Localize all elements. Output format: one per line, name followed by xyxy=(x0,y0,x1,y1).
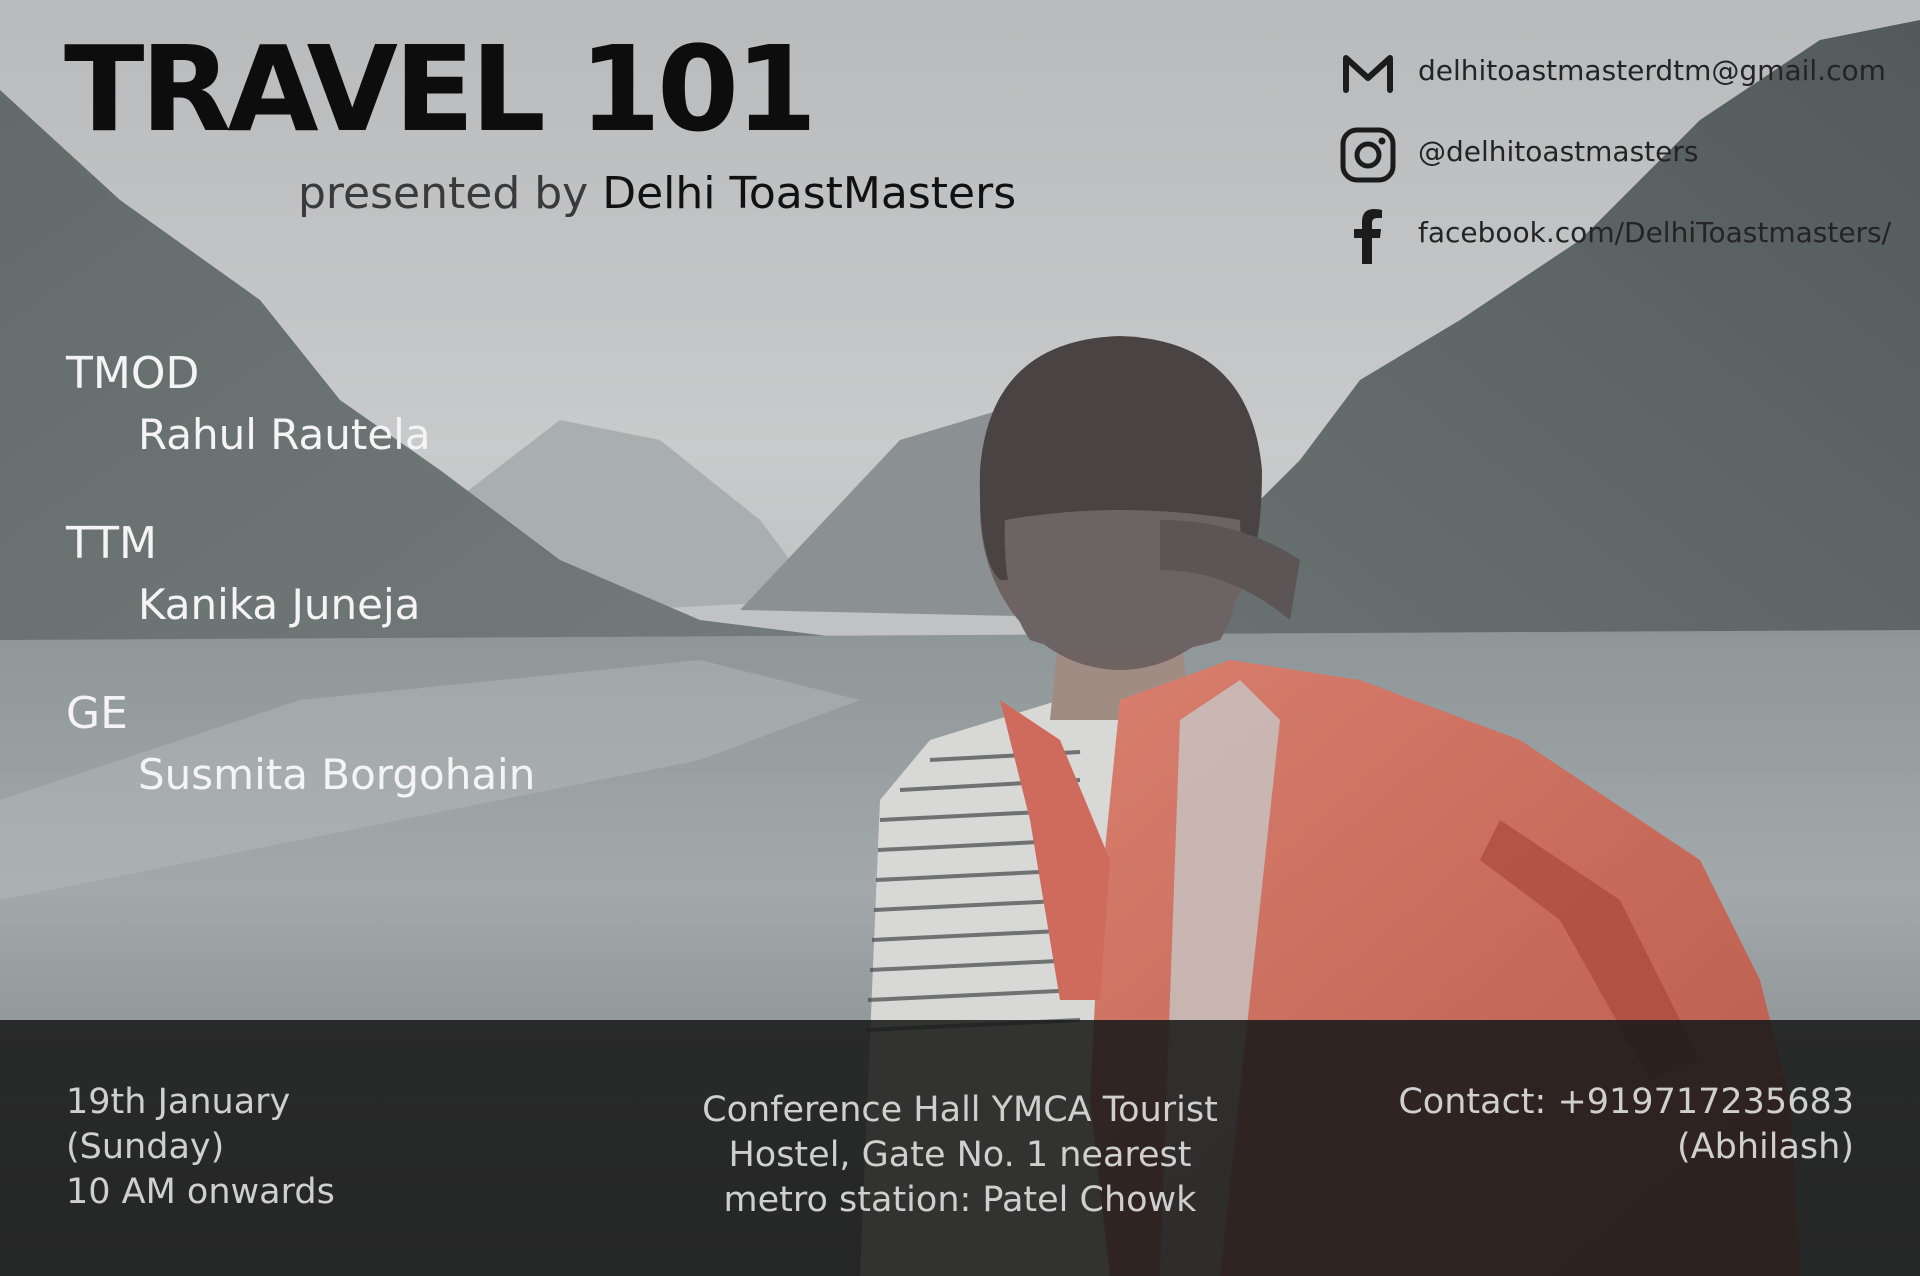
event-title: TRAVEL 101 xyxy=(64,20,817,158)
venue-line: metro station: Patel Chowk xyxy=(723,1180,1197,1220)
event-venue: Conference Hall YMCA Tourist Hostel, Gat… xyxy=(610,1088,1310,1223)
instagram-icon xyxy=(1340,127,1396,183)
role-label: TMOD xyxy=(66,348,200,399)
gmail-icon xyxy=(1343,55,1393,93)
role-label: TTM xyxy=(66,518,157,569)
event-date: 19th January (Sunday) 10 AM onwards xyxy=(66,1080,335,1215)
contact-phone[interactable]: Contact: +919717235683 xyxy=(1398,1080,1854,1125)
facebook-page: facebook.com/DelhiToastmasters/ xyxy=(1418,216,1892,249)
role-ttm: TTM Kanika Juneja xyxy=(66,522,535,692)
event-subtitle: presented by Delhi ToastMasters xyxy=(298,168,1016,219)
event-contact: Contact: +919717235683 (Abhilash) xyxy=(1398,1080,1854,1170)
organizer-name: Delhi ToastMasters xyxy=(602,168,1017,219)
role-person: Kanika Juneja xyxy=(138,580,421,629)
email-address: delhitoastmasterdtm@gmail.com xyxy=(1418,54,1886,87)
time-line: 10 AM onwards xyxy=(66,1172,335,1212)
role-tmod: TMOD Rahul Rautela xyxy=(66,352,535,522)
day-line: (Sunday) xyxy=(66,1127,225,1167)
venue-line: Conference Hall YMCA Tourist xyxy=(702,1090,1218,1130)
role-label: GE xyxy=(66,688,128,739)
contact-person: (Abhilash) xyxy=(1677,1127,1854,1167)
role-ge: GE Susmita Borgohain xyxy=(66,692,535,862)
event-footer: 19th January (Sunday) 10 AM onwards Conf… xyxy=(0,1020,1920,1276)
role-person: Susmita Borgohain xyxy=(138,750,536,799)
role-person: Rahul Rautela xyxy=(138,410,431,459)
venue-line: Hostel, Gate No. 1 nearest xyxy=(728,1135,1192,1175)
subtitle-prefix: presented by xyxy=(298,168,603,219)
instagram-handle: @delhitoastmasters xyxy=(1418,135,1699,168)
role-list: TMOD Rahul Rautela TTM Kanika Juneja GE … xyxy=(66,352,535,862)
date-line: 19th January xyxy=(66,1082,291,1122)
facebook-icon xyxy=(1354,209,1382,264)
